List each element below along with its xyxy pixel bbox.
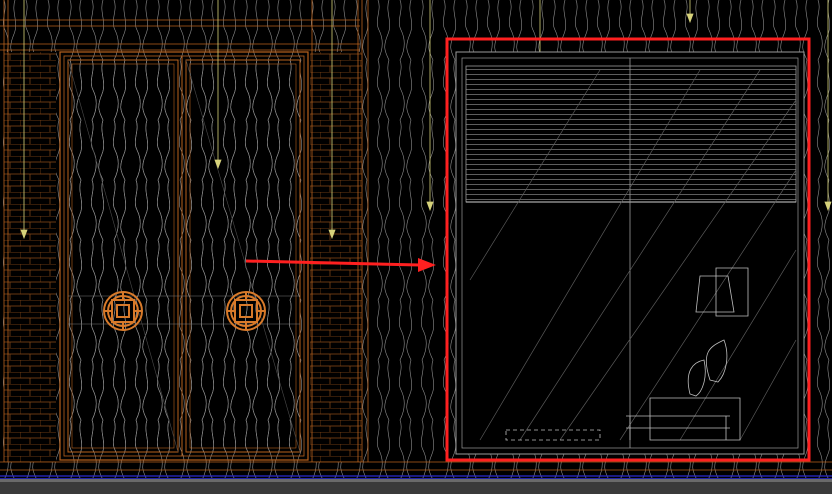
- window-elevation[interactable]: [455, 51, 805, 455]
- brick-panel-right: [310, 52, 362, 462]
- status-bar: [0, 478, 832, 494]
- elevation-drawing[interactable]: [0, 0, 832, 478]
- roller-blind[interactable]: [465, 65, 797, 203]
- status-bar-grip: [0, 479, 832, 482]
- brick-panel-left: [4, 52, 56, 462]
- cad-viewport[interactable]: [0, 0, 832, 494]
